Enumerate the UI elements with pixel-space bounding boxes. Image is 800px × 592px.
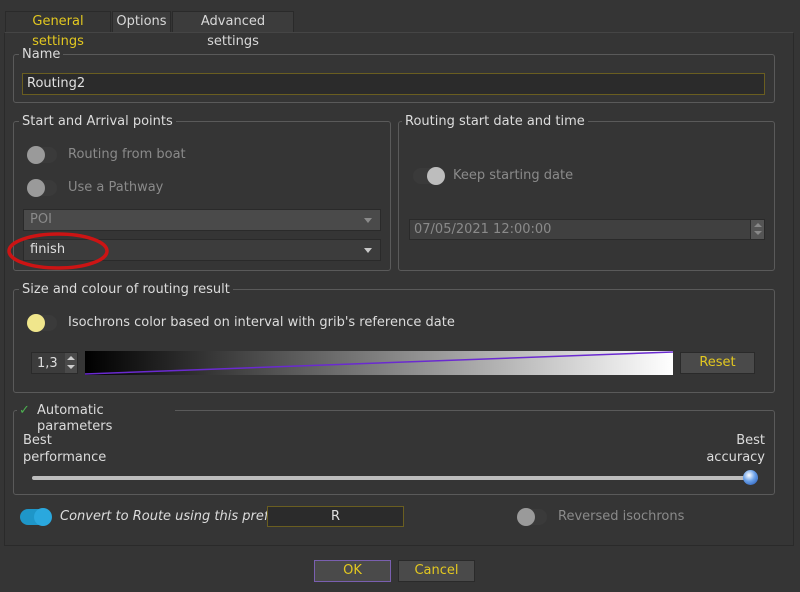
chevron-up-icon[interactable] xyxy=(754,223,762,227)
line-width-value: 1,3 xyxy=(37,356,58,371)
auto-params-header[interactable]: ✓ Automatic parameters xyxy=(17,403,175,434)
poi-combo-value: POI xyxy=(30,212,52,227)
tab-options[interactable]: Options xyxy=(112,11,171,33)
line-width-spinbox[interactable]: 1,3 xyxy=(31,352,78,374)
slider-handle[interactable] xyxy=(743,470,758,485)
convert-to-route-toggle[interactable] xyxy=(20,508,52,526)
routing-start-group xyxy=(398,121,775,271)
chevron-up-icon[interactable] xyxy=(67,356,75,360)
cancel-button[interactable]: Cancel xyxy=(398,560,475,582)
best-accuracy-line1: Best xyxy=(736,433,765,448)
chevron-down-icon[interactable] xyxy=(67,365,75,369)
size-colour-title: Size and colour of routing result xyxy=(19,283,233,297)
toggle-knob xyxy=(27,179,45,197)
checkmark-icon[interactable]: ✓ xyxy=(19,403,30,419)
keep-starting-date-toggle[interactable] xyxy=(413,167,445,185)
chevron-down-icon[interactable] xyxy=(754,231,762,235)
name-input[interactable]: Routing2 xyxy=(22,73,765,95)
route-prefix-input[interactable]: R xyxy=(267,506,404,527)
chevron-down-icon xyxy=(364,218,372,223)
isochrons-color-label: Isochrons color based on interval with g… xyxy=(68,315,455,330)
chevron-down-icon xyxy=(364,248,372,253)
tab-general-settings[interactable]: General settings xyxy=(5,11,111,49)
size-colour-group xyxy=(13,289,775,393)
routing-from-boat-toggle[interactable] xyxy=(27,146,57,164)
reversed-isochrons-label: Reversed isochrons xyxy=(558,509,685,524)
use-pathway-toggle[interactable] xyxy=(27,179,57,197)
best-accuracy-label: Best accuracy xyxy=(700,432,765,466)
toggle-knob xyxy=(34,508,52,526)
best-performance-line1: Best xyxy=(23,433,52,448)
reversed-isochrons-toggle[interactable] xyxy=(517,508,547,526)
reset-button[interactable]: Reset xyxy=(680,352,755,374)
best-performance-label: Best performance xyxy=(23,432,106,466)
width-spin-buttons[interactable] xyxy=(65,353,77,373)
use-pathway-label: Use a Pathway xyxy=(68,180,164,195)
poi-combo[interactable]: POI xyxy=(23,209,381,231)
keep-starting-date-label: Keep starting date xyxy=(453,168,574,183)
convert-to-route-label: Convert to Route using this prefix xyxy=(60,509,280,524)
date-time-edit[interactable]: 07/05/2021 12:00:00 xyxy=(409,219,765,240)
performance-accuracy-slider[interactable] xyxy=(32,470,758,485)
routing-start-title: Routing start date and time xyxy=(402,115,588,129)
best-accuracy-line2: accuracy xyxy=(706,450,765,465)
toggle-knob xyxy=(517,508,535,526)
toggle-knob xyxy=(27,146,45,164)
highlight-ellipse-annotation xyxy=(7,232,109,270)
start-arrival-title: Start and Arrival points xyxy=(19,115,176,129)
tab-advanced-settings[interactable]: Advanced settings xyxy=(172,11,294,49)
toggle-knob xyxy=(427,167,445,185)
color-gradient-preview[interactable] xyxy=(85,351,673,375)
date-spin-buttons[interactable] xyxy=(750,220,764,239)
name-group-title: Name xyxy=(19,48,64,62)
best-performance-line2: performance xyxy=(23,450,107,465)
toggle-knob xyxy=(27,314,45,332)
isochrons-color-toggle[interactable] xyxy=(27,314,57,332)
auto-params-title: Automatic parameters xyxy=(37,403,113,434)
ok-button[interactable]: OK xyxy=(314,560,391,582)
routing-from-boat-label: Routing from boat xyxy=(68,147,186,162)
date-time-value: 07/05/2021 12:00:00 xyxy=(414,222,552,237)
